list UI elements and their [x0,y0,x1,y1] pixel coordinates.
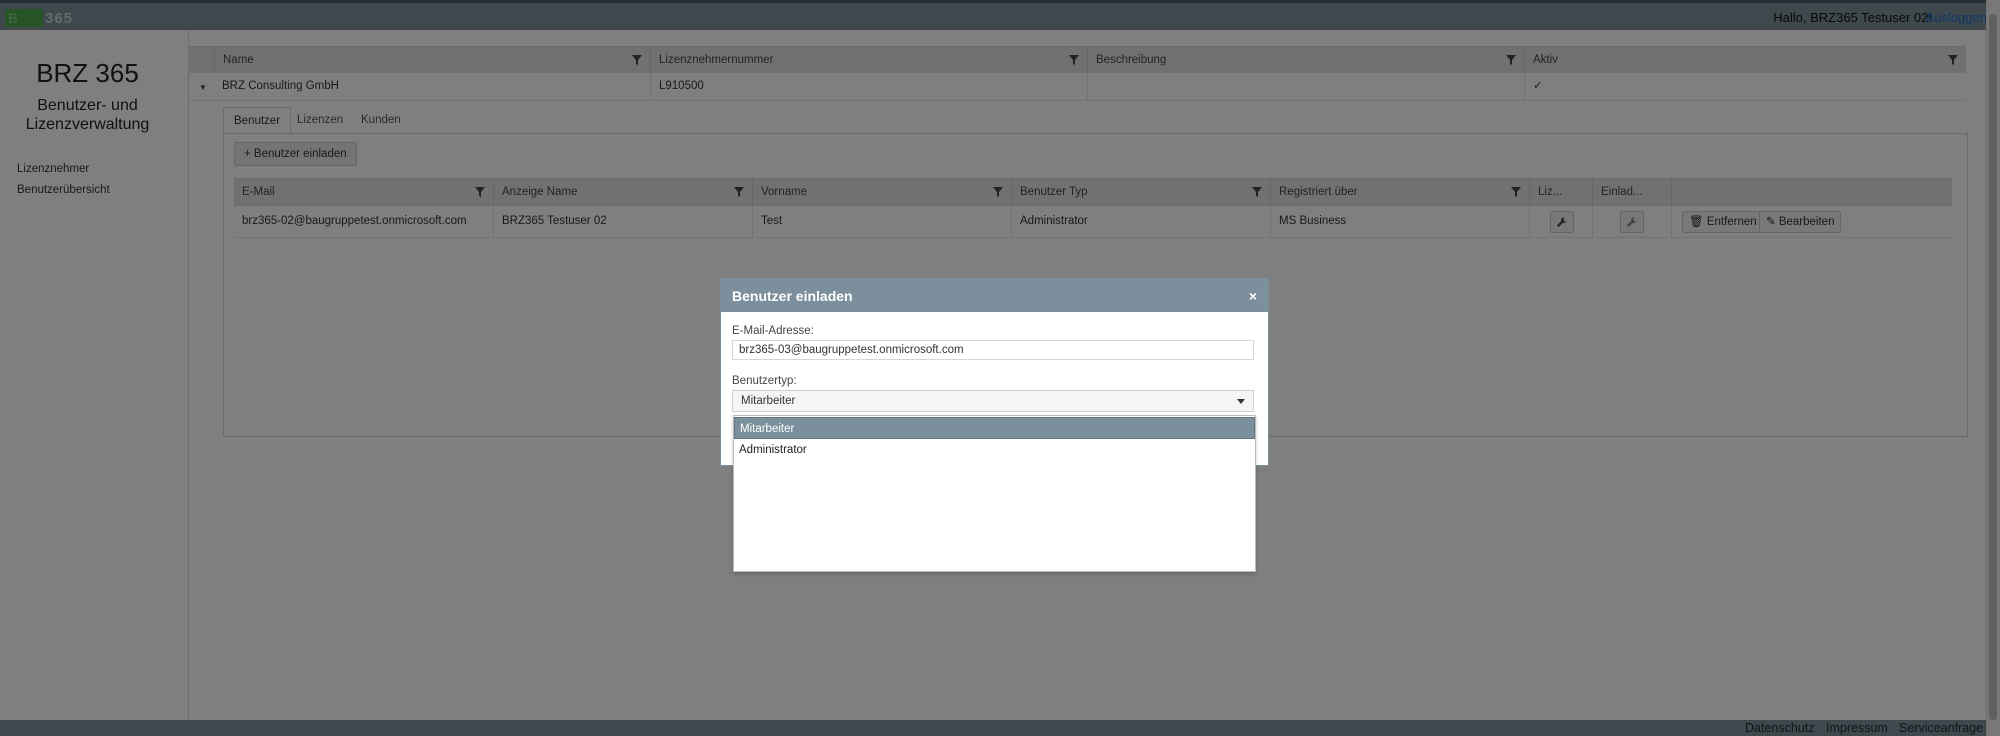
user-type-select[interactable]: Mitarbeiter [732,390,1254,412]
option-administrator[interactable]: Administrator [734,439,1255,461]
dialog-header: Benutzer einladen × [721,279,1268,312]
email-label: E-Mail-Adresse: [732,325,814,337]
dialog-title: Benutzer einladen [732,288,853,304]
close-icon[interactable]: × [1249,288,1257,304]
user-type-label: Benutzertyp: [732,375,797,387]
user-type-selected-value: Mitarbeiter [741,395,796,407]
email-field[interactable] [732,340,1254,360]
caret-down-icon [1237,399,1245,404]
option-mitarbeiter[interactable]: Mitarbeiter [734,417,1255,439]
user-type-dropdown: Mitarbeiter Administrator [733,415,1256,572]
